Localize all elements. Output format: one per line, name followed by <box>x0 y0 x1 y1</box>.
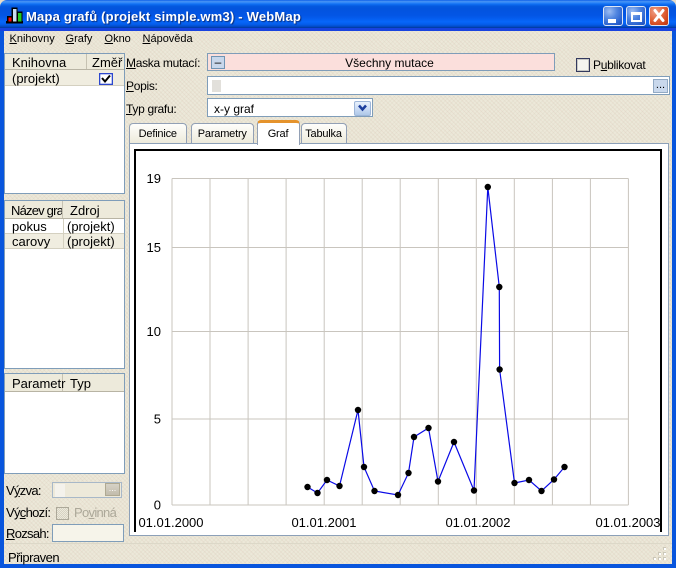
svg-text:01.01.2002: 01.01.2002 <box>445 515 510 530</box>
svg-text:15: 15 <box>147 240 161 255</box>
svg-text:5: 5 <box>154 412 161 427</box>
svg-text:01.01.2000: 01.01.2000 <box>138 515 203 530</box>
svg-text:19: 19 <box>147 171 161 186</box>
svg-text:01.01.2003: 01.01.2003 <box>595 515 660 530</box>
svg-text:0: 0 <box>154 498 161 513</box>
svg-text:01.01.2001: 01.01.2001 <box>291 515 356 530</box>
svg-text:10: 10 <box>147 324 161 339</box>
